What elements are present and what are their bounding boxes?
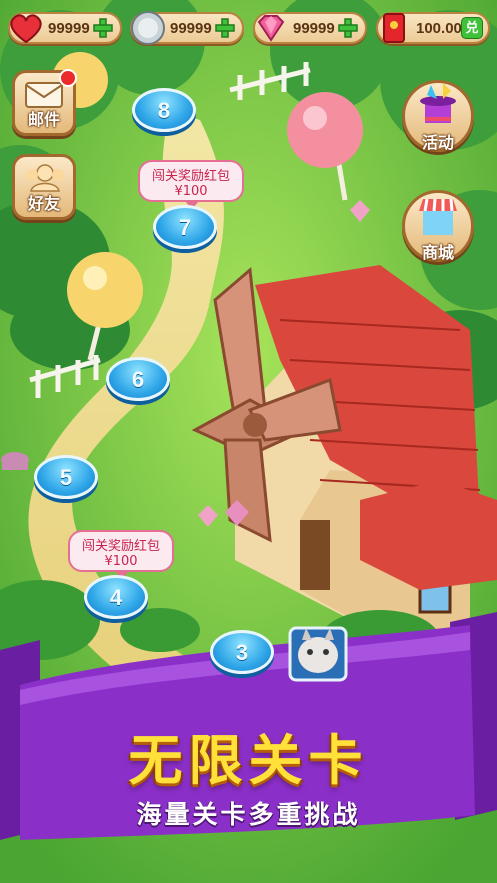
reward-bubble-level7: 闯关奖励红包 ¥100 [138, 160, 244, 209]
cash-value: 100.00 [416, 20, 462, 37]
level-number: 6 [131, 367, 145, 392]
friends-label: 好友 [27, 194, 60, 213]
level-number: 4 [109, 585, 123, 610]
mail-button[interactable]: 邮件 [12, 69, 77, 136]
reward-title: 闯关奖励红包 [151, 169, 230, 184]
coin-icon [131, 11, 165, 45]
gems-value: 99999 [293, 20, 335, 37]
magic-hat-icon [420, 83, 456, 123]
banner-title: 无限关卡 [128, 729, 369, 792]
level-node-7[interactable]: 7 [153, 205, 217, 249]
game-map: 99999 99999 99999 100.00 兑 邮件 好友 活动 商城 8… [0, 0, 497, 883]
level-node-6[interactable]: 6 [106, 357, 170, 401]
cash-counter[interactable]: 100.00 兑 [376, 12, 490, 44]
tree-stump [1, 452, 29, 470]
banner-subtitle: 海量关卡多重挑战 [136, 800, 361, 829]
level-number: 5 [59, 465, 73, 490]
events-button[interactable]: 活动 [402, 80, 474, 152]
level-node-4[interactable]: 4 [84, 575, 148, 619]
add-gems-icon[interactable] [337, 17, 359, 39]
notification-dot [59, 69, 77, 87]
friends-icon [26, 164, 64, 192]
level-node-8[interactable]: 8 [132, 88, 196, 132]
envelope-icon [25, 82, 63, 108]
gems-counter[interactable]: 99999 [253, 12, 367, 44]
level-number: 7 [178, 215, 192, 240]
level-number: 3 [235, 640, 249, 665]
red-envelope-icon [383, 13, 405, 43]
heart-icon [10, 14, 42, 44]
player-avatar [288, 626, 348, 682]
add-coins-icon[interactable] [214, 17, 236, 39]
reward-bubble-level4: 闯关奖励红包 ¥100 [68, 530, 174, 579]
shop-label: 商城 [421, 243, 454, 262]
coins-counter[interactable]: 99999 [130, 11, 244, 45]
level-number: 8 [157, 98, 171, 123]
shop-button[interactable]: 商城 [402, 190, 474, 262]
hearts-value: 99999 [48, 20, 90, 37]
coins-value: 99999 [170, 20, 212, 37]
reward-amount: ¥100 [104, 554, 138, 569]
events-label: 活动 [421, 133, 454, 152]
currency-bar: 99999 99999 99999 100.00 兑 [0, 6, 497, 46]
gem-icon [257, 15, 285, 42]
reward-amount: ¥100 [174, 184, 208, 199]
hearts-counter[interactable]: 99999 [8, 12, 122, 44]
friends-button[interactable]: 好友 [12, 154, 76, 220]
shop-stall-icon [419, 198, 457, 235]
exchange-button[interactable]: 兑 [461, 17, 483, 39]
add-hearts-icon[interactable] [92, 17, 114, 39]
reward-title: 闯关奖励红包 [81, 539, 160, 554]
mail-label: 邮件 [27, 110, 60, 129]
level-node-3[interactable]: 3 [210, 630, 274, 674]
level-node-5[interactable]: 5 [34, 455, 98, 499]
